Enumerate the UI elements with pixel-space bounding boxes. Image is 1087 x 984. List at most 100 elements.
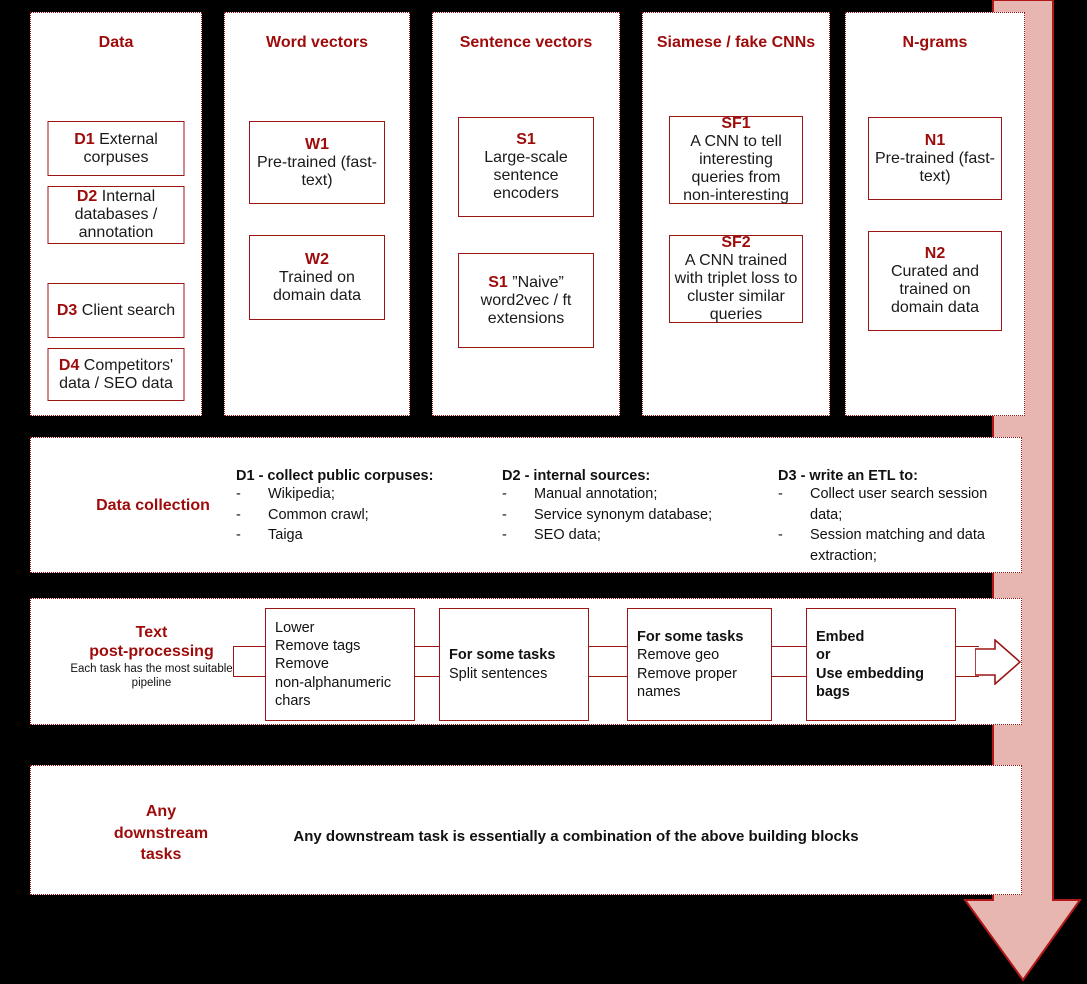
card-text: A CNN trained with triplet loss to clust…: [674, 252, 798, 323]
bullet-dash: -: [502, 527, 507, 544]
list-item: - Wikipedia;: [236, 484, 491, 505]
list-item: - Taiga: [236, 525, 491, 546]
data-collection-label: Data collection: [96, 497, 210, 514]
post-processing-step-1[interactable]: Lower Remove tags Remove non-alphanumeri…: [265, 608, 415, 721]
downstream-label: Any downstream tasks: [86, 801, 236, 866]
card-code: SF2: [721, 234, 751, 251]
bullet-dash: -: [236, 506, 241, 523]
card-code: D2: [76, 188, 98, 205]
card-w1[interactable]: W1 Pre-trained (fast-text): [249, 121, 385, 204]
downstream-label-line3: tasks: [140, 846, 182, 864]
group-list: - Wikipedia; - Common crawl; - Taiga: [236, 484, 491, 546]
step-bold: For some tasks: [449, 647, 556, 664]
post-processing-label-line2: post-processing: [89, 643, 214, 661]
card-d3[interactable]: D3 Client search: [47, 283, 185, 338]
card-code: D3: [56, 301, 78, 319]
group-list: - Manual annotation; - Service synonym dat…: [502, 484, 752, 546]
list-item: - Service synonym database;: [502, 505, 752, 526]
downstream-label-line2: downstream: [113, 824, 209, 842]
card-code: D1: [74, 130, 95, 148]
data-collection-group-d3: D3 - write an ETL to: - Collect user sear…: [778, 468, 1018, 566]
card-d4[interactable]: D4 Competitors' data / SEO data: [47, 348, 185, 401]
step-line: or: [816, 647, 831, 664]
group-heading: D3 - write an ETL to:: [778, 468, 918, 484]
panel-word-vectors: Word vectors W1 Pre-trained (fast-text) …: [224, 12, 410, 416]
card-code: W1: [305, 135, 329, 153]
card-code: S1: [516, 131, 536, 148]
card-n1[interactable]: N1 Pre-trained (fast-text): [868, 117, 1002, 200]
list-item: - Manual annotation;: [502, 484, 752, 505]
step-line: Split sentences: [449, 665, 548, 682]
card-s1-naive[interactable]: S1 ”Naive” word2vec / ft extensions: [458, 253, 594, 348]
card-text: Pre-trained (fast-text): [256, 153, 378, 189]
card-d2[interactable]: D2 Internal databases / annotation: [47, 186, 185, 244]
card-code: W2: [305, 250, 329, 268]
connector-step2-to-step3: [588, 646, 628, 677]
card-code: N2: [924, 245, 946, 262]
column-title: Sentence vectors: [459, 34, 593, 51]
list-item: - Common crawl;: [236, 505, 491, 526]
connector-step3-to-step4: [771, 646, 807, 677]
data-collection-group-d1: D1 - collect public corpuses: - Wikipedia…: [236, 468, 491, 546]
step-line: bags: [816, 683, 850, 700]
post-processing-step-2[interactable]: For some tasks Split sentences: [439, 608, 589, 721]
card-sf2[interactable]: SF2 A CNN trained with triplet loss to c…: [669, 234, 803, 323]
post-processing-output-arrow-icon: [975, 639, 1021, 685]
card-code: N1: [924, 131, 946, 149]
post-processing-label: Text post-processing Each task has the m…: [49, 623, 254, 691]
group-heading: D2 - internal sources:: [502, 468, 651, 484]
card-sf1[interactable]: SF1 A CNN to tell interesting queries fr…: [669, 115, 803, 204]
card-d1[interactable]: D1 External corpuses: [47, 121, 185, 176]
step-line: Remove tags: [275, 638, 361, 655]
step-line: Use embedding: [816, 665, 924, 682]
card-text: Large-scale sentence encoders: [484, 149, 568, 202]
card-text: A CNN to tell interesting queries from n…: [683, 133, 789, 204]
step-bold: For some tasks: [637, 629, 744, 646]
list-item: - Session matching and data extraction;: [778, 525, 1018, 566]
card-text: External corpuses: [83, 130, 158, 166]
panel-n-grams: N-grams N1 Pre-trained (fast-text) N2 Cu…: [845, 12, 1025, 416]
bullet-dash: -: [502, 486, 507, 502]
column-title: Data: [98, 34, 134, 51]
post-processing-step-3[interactable]: For some tasks Remove geo Remove proper …: [627, 608, 772, 721]
step-line: Remove proper: [637, 665, 737, 682]
card-s1[interactable]: S1 Large-scale sentence encoders: [458, 117, 594, 217]
panel-data: Data D1 External corpuses D2 Internal da…: [30, 12, 202, 416]
bullet-dash: -: [236, 486, 241, 502]
bullet-dash: -: [778, 486, 783, 502]
card-code: S1: [488, 273, 508, 291]
step-line: chars: [275, 692, 311, 709]
list-item: - Collect user search session data;: [778, 484, 1018, 525]
card-text: Pre-trained (fast-text): [874, 149, 996, 185]
data-collection-group-d2: D2 - internal sources: - Manual annotatio…: [502, 468, 752, 546]
panel-downstream-tasks: Any downstream tasks Any downstream task…: [30, 765, 1022, 895]
panel-text-post-processing: Text post-processing Each task has the m…: [30, 598, 1022, 725]
post-processing-sublabel: Each task has the most suitable pipeline: [70, 663, 233, 690]
step-line: names: [637, 683, 681, 700]
card-w2[interactable]: W2 Trained on domain data: [249, 235, 385, 320]
card-text: Trained on domain data: [272, 268, 362, 304]
card-n2[interactable]: N2 Curated and trained on domain data: [868, 231, 1002, 331]
downstream-label-line1: Any: [145, 803, 177, 820]
post-processing-label-line1: Text: [135, 624, 168, 641]
group-list: - Collect user search session data; - Sess…: [778, 484, 1018, 566]
column-title: Word vectors: [266, 34, 368, 51]
downstream-note: Any downstream task is essentially a com…: [293, 828, 859, 845]
bullet-dash: -: [502, 506, 507, 523]
step-line: Remove: [275, 656, 329, 673]
post-processing-step-4[interactable]: Embed or Use embedding bags: [806, 608, 956, 721]
card-text: Client search: [81, 301, 176, 319]
panel-siamese-cnns: Siamese / fake CNNs SF1 A CNN to tell in…: [642, 12, 830, 416]
card-code: D4: [58, 356, 80, 374]
panel-sentence-vectors: Sentence vectors S1 Large-scale sentence…: [432, 12, 620, 416]
panel-data-collection: Data collection D1 - collect public corp…: [30, 437, 1022, 573]
card-code: SF1: [721, 115, 751, 132]
column-title: N-grams: [902, 34, 968, 51]
bullet-dash: -: [236, 527, 241, 544]
step-line: Embed: [816, 629, 865, 646]
card-text: Curated and trained on domain data: [890, 263, 980, 316]
group-heading: D1 - collect public corpuses:: [236, 468, 434, 484]
step-line: Lower: [275, 620, 315, 637]
step-line: non-alphanumeric: [275, 674, 392, 691]
step-line: Remove geo: [637, 647, 720, 664]
